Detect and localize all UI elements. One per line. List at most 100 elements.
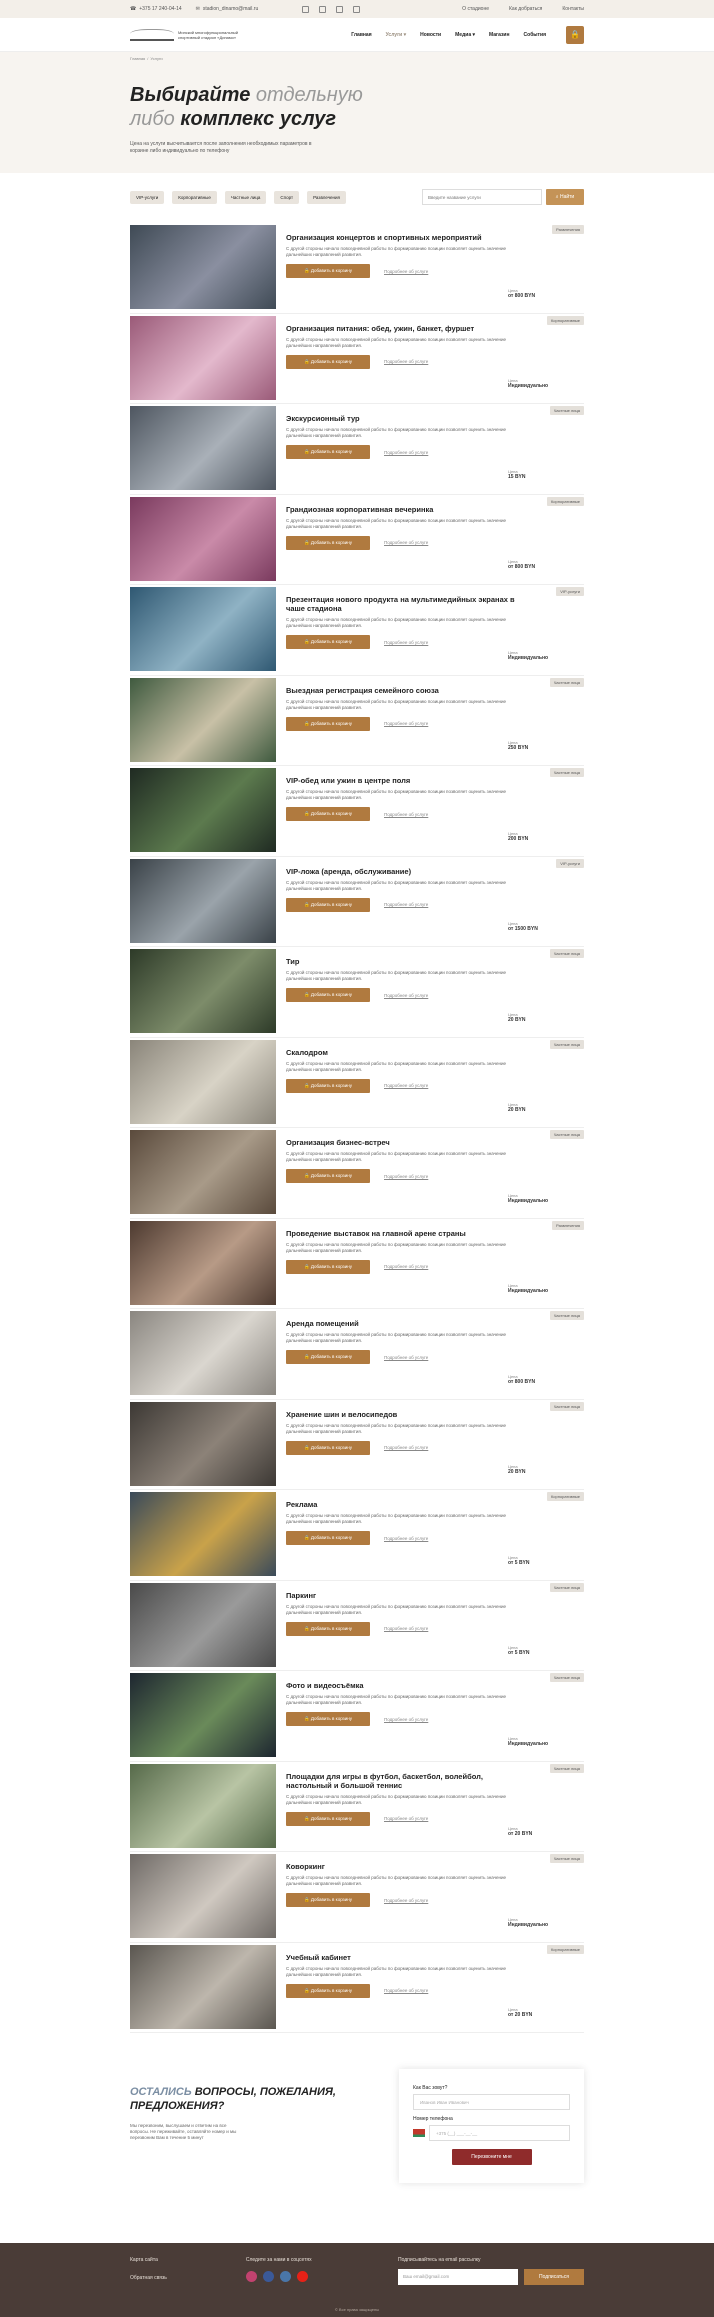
service-details-link[interactable]: Подробнее об услуге <box>384 902 428 907</box>
service-image[interactable] <box>130 496 276 581</box>
footer-link-feedback[interactable]: Обратная связь <box>130 2275 246 2281</box>
service-title[interactable]: Тир <box>286 957 526 966</box>
service-title[interactable]: Хранение шин и велосипедов <box>286 1410 526 1419</box>
add-to-cart-button[interactable]: 🔒 Добавить в корзину <box>286 1712 370 1726</box>
service-details-link[interactable]: Подробнее об услуге <box>384 1264 428 1269</box>
service-image[interactable] <box>130 768 276 852</box>
service-image[interactable] <box>130 225 276 309</box>
filter-chip-sport[interactable]: Спорт <box>274 190 300 204</box>
add-to-cart-button[interactable]: 🔒 Добавить в корзину <box>286 1893 370 1907</box>
service-title[interactable]: Реклама <box>286 1500 526 1509</box>
add-to-cart-button[interactable]: 🔒 Добавить в корзину <box>286 1811 370 1826</box>
email-address[interactable]: stadion_dinamo@mail.ru <box>203 6 258 12</box>
service-title[interactable]: Учебный кабинет <box>286 1953 526 1962</box>
nav-shop[interactable]: Магазин <box>489 32 510 38</box>
callback-button[interactable]: Перезвоните мне <box>451 2149 532 2165</box>
facebook-icon[interactable] <box>262 2271 274 2282</box>
phone-field[interactable]: +375 (__) ___-__-__ <box>429 2125 570 2141</box>
service-title[interactable]: VIP-обед или ужин в центре поля <box>286 776 526 785</box>
service-details-link[interactable]: Подробнее об услуге <box>384 1717 428 1722</box>
service-title[interactable]: Скалодром <box>286 1048 526 1057</box>
add-to-cart-button[interactable]: 🔒 Добавить в корзину <box>286 1440 370 1455</box>
subscribe-button[interactable]: Подписаться <box>524 2269 584 2285</box>
nav-home[interactable]: Главная <box>351 32 371 38</box>
service-details-link[interactable]: Подробнее об услуге <box>384 1988 428 1993</box>
filter-chip-vip[interactable]: VIP-услуги <box>130 190 165 204</box>
service-image[interactable] <box>130 1130 276 1214</box>
service-image[interactable] <box>130 1492 276 1576</box>
add-to-cart-button[interactable]: 🔒 Добавить в корзину <box>286 988 370 1002</box>
service-details-link[interactable]: Подробнее об услуге <box>384 1083 428 1088</box>
service-title[interactable]: Выездная регистрация семейного союза <box>286 686 526 695</box>
add-to-cart-button[interactable]: 🔒 Добавить в корзину <box>286 1531 370 1545</box>
phone-contact[interactable]: ☎ +375 17 240-04-14 <box>130 6 182 12</box>
add-to-cart-button[interactable]: 🔒 Добавить в корзину <box>286 445 370 459</box>
service-title[interactable]: Проведение выставок на главной арене стр… <box>286 1229 526 1238</box>
add-to-cart-button[interactable]: 🔒 Добавить в корзину <box>286 635 370 649</box>
service-image[interactable] <box>130 1673 276 1757</box>
service-image[interactable] <box>130 587 276 671</box>
service-details-link[interactable]: Подробнее об услуге <box>384 540 428 545</box>
service-details-link[interactable]: Подробнее об услуге <box>384 269 428 274</box>
vk-icon[interactable] <box>279 2271 291 2282</box>
filter-chip-private[interactable]: Частные лица <box>224 190 267 204</box>
instagram-icon[interactable] <box>245 2271 257 2282</box>
service-details-link[interactable]: Подробнее об услуге <box>384 812 428 817</box>
service-image[interactable] <box>130 1763 276 1848</box>
service-image[interactable] <box>130 1311 276 1395</box>
filter-chip-entertainment[interactable]: Развлечения <box>307 190 346 204</box>
service-image[interactable] <box>130 1220 276 1305</box>
service-image[interactable] <box>130 949 276 1033</box>
youtube-icon[interactable] <box>296 2271 308 2282</box>
service-image[interactable] <box>130 406 276 490</box>
service-details-link[interactable]: Подробнее об услуге <box>384 1355 428 1360</box>
add-to-cart-button[interactable]: 🔒 Добавить в корзину <box>286 1983 370 1998</box>
add-to-cart-button[interactable]: 🔒 Добавить в корзину <box>286 1621 370 1636</box>
youtube-icon[interactable] <box>353 5 361 13</box>
add-to-cart-button[interactable]: 🔒 Добавить в корзину <box>286 1169 370 1183</box>
add-to-cart-button[interactable]: 🔒 Добавить в корзину <box>286 264 370 278</box>
service-title[interactable]: Презентация нового продукта на мультимед… <box>286 595 526 613</box>
service-details-link[interactable]: Подробнее об услуге <box>384 993 428 998</box>
service-details-link[interactable]: Подробнее об услуге <box>384 721 428 726</box>
service-title[interactable]: Паркинг <box>286 1591 526 1600</box>
service-image[interactable] <box>130 858 276 943</box>
service-title[interactable]: Грандиозная корпоративная вечеринка <box>286 505 526 514</box>
service-image[interactable] <box>130 1401 276 1486</box>
vk-icon[interactable] <box>336 5 344 13</box>
service-details-link[interactable]: Подробнее об услуге <box>384 450 428 455</box>
service-details-link[interactable]: Подробнее об услуге <box>384 359 428 364</box>
service-image[interactable] <box>130 677 276 762</box>
email-contact[interactable]: ✉ stadion_dinamo@mail.ru <box>196 6 259 12</box>
service-image[interactable] <box>130 1854 276 1938</box>
service-title[interactable]: VIP-ложа (аренда, обслуживание) <box>286 867 526 876</box>
service-details-link[interactable]: Подробнее об услуге <box>384 1174 428 1179</box>
filter-chip-corporate[interactable]: Корпоративные <box>172 190 217 204</box>
add-to-cart-button[interactable]: 🔒 Добавить в корзину <box>286 1350 370 1364</box>
service-title[interactable]: Организация концертов и спортивных мероп… <box>286 233 526 242</box>
subscribe-email-input[interactable]: Ваш email@gmail.com <box>398 2269 518 2285</box>
add-to-cart-button[interactable]: 🔒 Добавить в корзину <box>286 354 370 369</box>
nav-news[interactable]: Новости <box>420 32 441 38</box>
service-details-link[interactable]: Подробнее об услуге <box>384 640 428 645</box>
add-to-cart-button[interactable]: 🔒 Добавить в корзину <box>286 897 370 912</box>
service-title[interactable]: Экскурсионный тур <box>286 414 526 423</box>
search-input[interactable] <box>422 189 542 205</box>
nav-media[interactable]: Медиа ▾ <box>455 32 475 38</box>
name-field[interactable]: Иванов Иван Иванович <box>413 2094 570 2110</box>
service-title[interactable]: Организация бизнес-встреч <box>286 1138 526 1147</box>
service-title[interactable]: Аренда помещений <box>286 1319 526 1328</box>
search-button[interactable]: ⌕ Найти <box>546 189 584 205</box>
add-to-cart-button[interactable]: 🔒 Добавить в корзину <box>286 1259 370 1274</box>
service-title[interactable]: Организация питания: обед, ужин, банкет,… <box>286 324 526 333</box>
breadcrumb-home[interactable]: Главная <box>130 56 145 61</box>
cart-button[interactable]: 🔒 <box>566 25 584 44</box>
nav-events[interactable]: События <box>524 32 546 38</box>
service-image[interactable] <box>130 1039 276 1124</box>
top-link-directions[interactable]: Как добраться <box>509 6 542 12</box>
top-link-about[interactable]: О стадионе <box>462 6 489 12</box>
service-image[interactable] <box>130 1944 276 2029</box>
phone-number[interactable]: +375 17 240-04-14 <box>139 6 181 12</box>
service-title[interactable]: Коворкинг <box>286 1862 526 1871</box>
nav-services[interactable]: Услуги ▾ <box>386 32 407 38</box>
